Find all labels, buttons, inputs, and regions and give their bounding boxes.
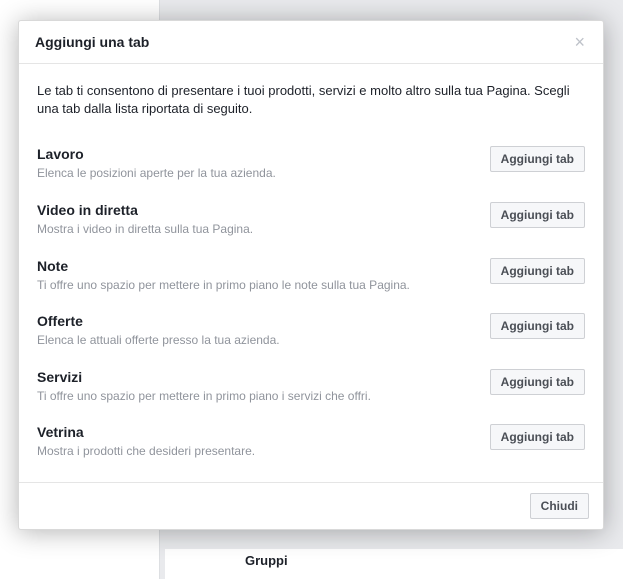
tab-description: Elenca le posizioni aperte per la tua az…	[37, 166, 478, 182]
tab-list: Lavoro Elenca le posizioni aperte per la …	[37, 136, 585, 470]
tab-name: Note	[37, 258, 478, 274]
add-tab-button[interactable]: Aggiungi tab	[490, 146, 585, 172]
close-button[interactable]: Chiudi	[530, 493, 589, 519]
add-tab-modal: Aggiungi una tab × Le tab ti consentono …	[18, 20, 604, 530]
tab-name: Video in diretta	[37, 202, 478, 218]
modal-body: Le tab ti consentono di presentare i tuo…	[19, 64, 603, 482]
add-tab-button[interactable]: Aggiungi tab	[490, 313, 585, 339]
tab-row: Offerte Elenca le attuali offerte presso …	[37, 303, 585, 359]
modal-header: Aggiungi una tab ×	[19, 21, 603, 64]
modal-footer: Chiudi	[19, 482, 603, 529]
tab-name: Vetrina	[37, 424, 478, 440]
tab-name: Offerte	[37, 313, 478, 329]
add-tab-button[interactable]: Aggiungi tab	[490, 202, 585, 228]
tab-name: Servizi	[37, 369, 478, 385]
tab-description: Ti offre uno spazio per mettere in primo…	[37, 389, 478, 405]
background-bottom-label: Gruppi	[165, 549, 623, 579]
tab-info: Offerte Elenca le attuali offerte presso …	[37, 313, 490, 349]
tab-description: Mostra i video in diretta sulla tua Pagi…	[37, 222, 478, 238]
tab-info: Servizi Ti offre uno spazio per mettere i…	[37, 369, 490, 405]
add-tab-button[interactable]: Aggiungi tab	[490, 424, 585, 450]
tab-info: Note Ti offre uno spazio per mettere in p…	[37, 258, 490, 294]
tab-description: Ti offre uno spazio per mettere in primo…	[37, 278, 478, 294]
tab-row: Lavoro Elenca le posizioni aperte per la …	[37, 136, 585, 192]
tab-info: Lavoro Elenca le posizioni aperte per la …	[37, 146, 490, 182]
modal-title: Aggiungi una tab	[35, 34, 149, 50]
add-tab-button[interactable]: Aggiungi tab	[490, 258, 585, 284]
close-icon[interactable]: ×	[572, 33, 587, 51]
modal-intro-text: Le tab ti consentono di presentare i tuo…	[37, 82, 585, 118]
add-tab-button[interactable]: Aggiungi tab	[490, 369, 585, 395]
tab-row: Servizi Ti offre uno spazio per mettere i…	[37, 359, 585, 415]
tab-info: Video in diretta Mostra i video in dirett…	[37, 202, 490, 238]
tab-row: Vetrina Mostra i prodotti che desideri pr…	[37, 414, 585, 470]
tab-description: Mostra i prodotti che desideri presentar…	[37, 444, 478, 460]
tab-name: Lavoro	[37, 146, 478, 162]
tab-row: Video in diretta Mostra i video in dirett…	[37, 192, 585, 248]
tab-row: Note Ti offre uno spazio per mettere in p…	[37, 248, 585, 304]
tab-info: Vetrina Mostra i prodotti che desideri pr…	[37, 424, 490, 460]
tab-description: Elenca le attuali offerte presso la tua …	[37, 333, 478, 349]
